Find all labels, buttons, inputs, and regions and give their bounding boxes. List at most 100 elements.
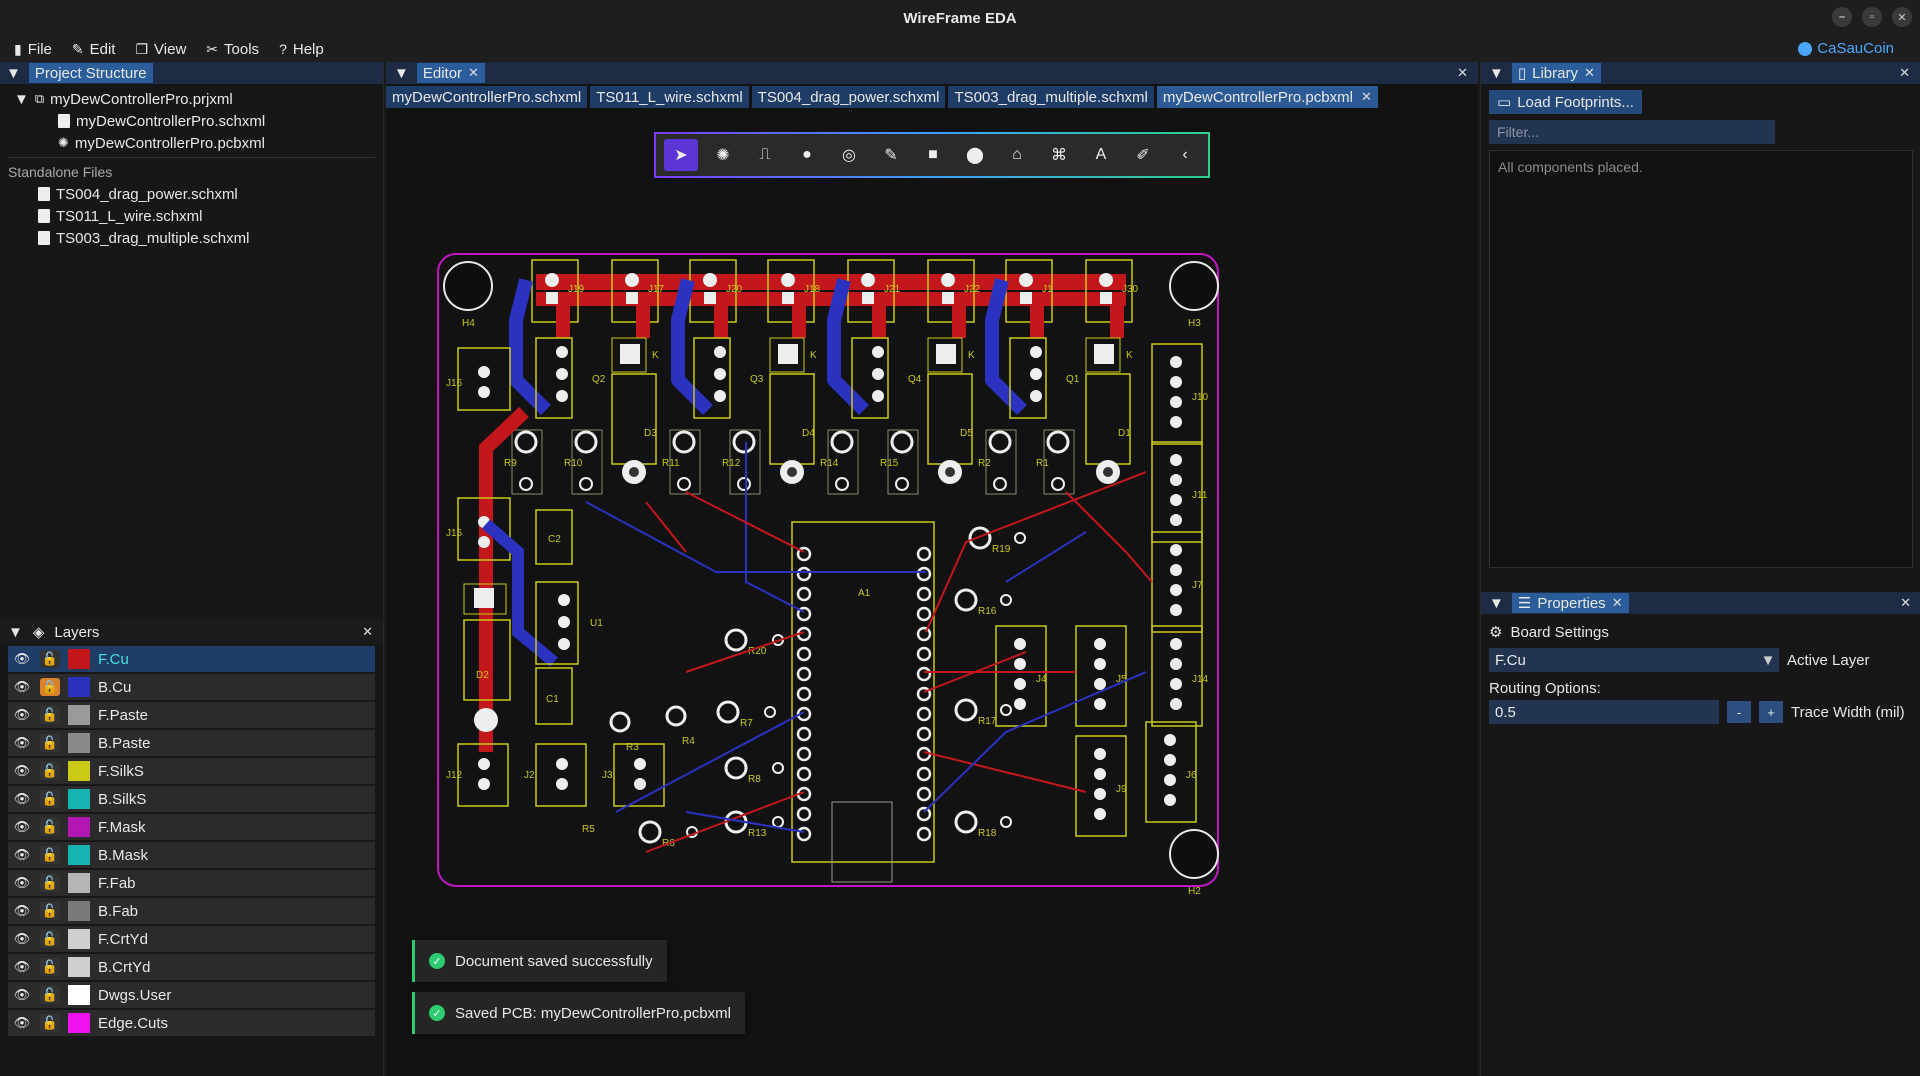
close-icon[interactable]: ✕ [362,624,373,640]
unlock-icon[interactable]: 🔓 [40,874,60,892]
eye-icon[interactable]: 👁 [12,706,32,724]
close-editor-icon[interactable]: ✕ [1457,65,1468,81]
close-icon[interactable]: ✕ [1361,89,1372,105]
lock-icon[interactable]: 🔒 [40,678,60,696]
unlock-icon[interactable]: 🔓 [40,650,60,668]
layer-row[interactable]: 👁 🔓 Dwgs.User [8,982,375,1008]
tree-item-pcb[interactable]: ✺ myDewControllerPro.pcbxml [0,132,383,154]
close-icon[interactable]: ✕ [1612,595,1623,611]
layer-row[interactable]: 👁 🔓 B.Paste [8,730,375,756]
rectangle-tool-icon[interactable]: ■ [916,139,950,171]
collapse-icon[interactable]: ‹ [1168,139,1202,171]
layer-row[interactable]: 👁 🔓 B.Mask [8,842,375,868]
pcb-canvas[interactable]: H4 H3 H2 J19 J17 J20 J18 J21 J22 J1 J30 Q2 Q3 Q4 Q1 K D3… [386,112,1478,1072]
eye-icon[interactable]: 👁 [12,734,32,752]
load-footprints-button[interactable]: ▭ Load Footprints... [1489,90,1642,114]
unlock-icon[interactable]: 🔓 [40,734,60,752]
doc-tab[interactable]: TS004_drag_power.schxml [751,86,946,108]
eye-icon[interactable]: 👁 [12,1014,32,1032]
layer-row[interactable]: 👁 🔓 F.SilkS [8,758,375,784]
eye-icon[interactable]: 👁 [12,846,32,864]
close-icon[interactable]: ✕ [1584,65,1595,81]
eye-icon[interactable]: 👁 [12,790,32,808]
draw-tool-icon[interactable]: ✎ [874,139,908,171]
close-window-icon[interactable]: ✕ [1892,7,1912,27]
chevron-down-icon[interactable]: ▼ [1757,648,1779,672]
layer-row[interactable]: 👁 🔓 F.Cu [8,646,375,672]
component-tool-icon[interactable]: ✺ [706,139,740,171]
doc-tab[interactable]: myDewControllerPro.schxml [386,86,588,108]
tab-project-structure[interactable]: Project Structure [28,63,153,83]
filter-input[interactable]: Filter... [1489,120,1775,144]
layer-row[interactable]: 👁 🔓 B.Fab [8,898,375,924]
layer-row[interactable]: 👁 🔓 F.CrtYd [8,926,375,952]
menu-edit[interactable]: ✎ Edit [72,41,116,58]
via-tool-icon[interactable]: ◎ [832,139,866,171]
collapse-icon[interactable]: ▼ [8,624,23,641]
eye-icon[interactable]: 👁 [12,902,32,920]
tree-item-schematic[interactable]: myDewControllerPro.schxml [0,110,383,132]
unlock-icon[interactable]: 🔓 [40,930,60,948]
tree-item-standalone[interactable]: TS011_L_wire.schxml [0,205,383,227]
eye-icon[interactable]: 👁 [12,930,32,948]
wire-tool-icon[interactable]: ⎍ [748,139,782,171]
layer-row[interactable]: 👁 🔓 B.SilkS [8,786,375,812]
text-tool-icon[interactable]: A [1084,139,1118,171]
eye-icon[interactable]: 👁 [12,678,32,696]
tree-item-standalone[interactable]: TS003_drag_multiple.schxml [0,227,383,249]
select-tool-icon[interactable]: ➤ [664,139,698,171]
close-icon[interactable]: ✕ [468,65,479,81]
layer-row[interactable]: 👁 🔓 F.Paste [8,702,375,728]
unlock-icon[interactable]: 🔓 [40,846,60,864]
tab-properties[interactable]: ☰ Properties ✕ [1511,593,1629,613]
active-layer-select[interactable]: F.Cu ▼ [1489,648,1779,672]
decrement-button[interactable]: - [1727,701,1751,723]
layer-row[interactable]: 👁 🔓 B.CrtYd [8,954,375,980]
unlock-icon[interactable]: 🔓 [40,706,60,724]
measure-tool-icon[interactable]: ✐ [1126,139,1160,171]
unlock-icon[interactable]: 🔓 [40,790,60,808]
maximize-icon[interactable]: ▫ [1862,7,1882,27]
close-panel-icon[interactable]: ✕ [1900,595,1911,611]
eye-icon[interactable]: 👁 [12,650,32,668]
menu-help[interactable]: ? Help [279,41,324,58]
collapse-icon[interactable]: ▼ [6,65,21,82]
circle-tool-icon[interactable]: ⬤ [958,139,992,171]
unlock-icon[interactable]: 🔓 [40,762,60,780]
eye-icon[interactable]: 👁 [12,818,32,836]
user-account[interactable]: CaSauCoin [1798,40,1894,57]
eye-icon[interactable]: 👁 [12,986,32,1004]
expand-arrow-icon[interactable]: ▼ [14,91,29,108]
doc-tab[interactable]: TS003_drag_multiple.schxml [948,86,1154,108]
eye-icon[interactable]: 👁 [12,958,32,976]
unlock-icon[interactable]: 🔓 [40,958,60,976]
unlock-icon[interactable]: 🔓 [40,818,60,836]
tree-item-project[interactable]: ▼ ⧉ myDewControllerPro.prjxml [0,88,383,110]
collapse-icon[interactable]: ▼ [1489,595,1504,612]
layer-row[interactable]: 👁 🔓 F.Mask [8,814,375,840]
menu-file[interactable]: ▮ File [14,41,52,58]
tab-editor[interactable]: Editor ✕ [416,63,485,83]
trace-width-input[interactable]: 0.5 [1489,700,1719,724]
tab-library[interactable]: ▯ Library ✕ [1511,63,1601,83]
collapse-icon[interactable]: ▼ [1489,65,1504,82]
increment-button[interactable]: + [1759,701,1783,723]
layer-row[interactable]: 👁 🔓 F.Fab [8,870,375,896]
menu-view[interactable]: ❐ View [135,41,186,58]
arc-tool-icon[interactable]: ⌂ [1000,139,1034,171]
layer-row[interactable]: 👁 🔒 B.Cu [8,674,375,700]
tree-item-standalone[interactable]: TS004_drag_power.schxml [0,183,383,205]
menu-tools[interactable]: ✂ Tools [206,41,259,58]
unlock-icon[interactable]: 🔓 [40,902,60,920]
pad-tool-icon[interactable]: ● [790,139,824,171]
minimize-icon[interactable]: – [1832,7,1852,27]
close-panel-icon[interactable]: ✕ [1899,65,1910,81]
eye-icon[interactable]: 👁 [12,874,32,892]
unlock-icon[interactable]: 🔓 [40,1014,60,1032]
layer-row[interactable]: 👁 🔓 Edge.Cuts [8,1010,375,1036]
doc-tab[interactable]: TS011_L_wire.schxml [590,86,749,108]
eye-icon[interactable]: 👁 [12,762,32,780]
polygon-tool-icon[interactable]: ⌘ [1042,139,1076,171]
doc-tab-active[interactable]: myDewControllerPro.pcbxml ✕ [1156,86,1378,108]
collapse-icon[interactable]: ▼ [394,65,409,82]
